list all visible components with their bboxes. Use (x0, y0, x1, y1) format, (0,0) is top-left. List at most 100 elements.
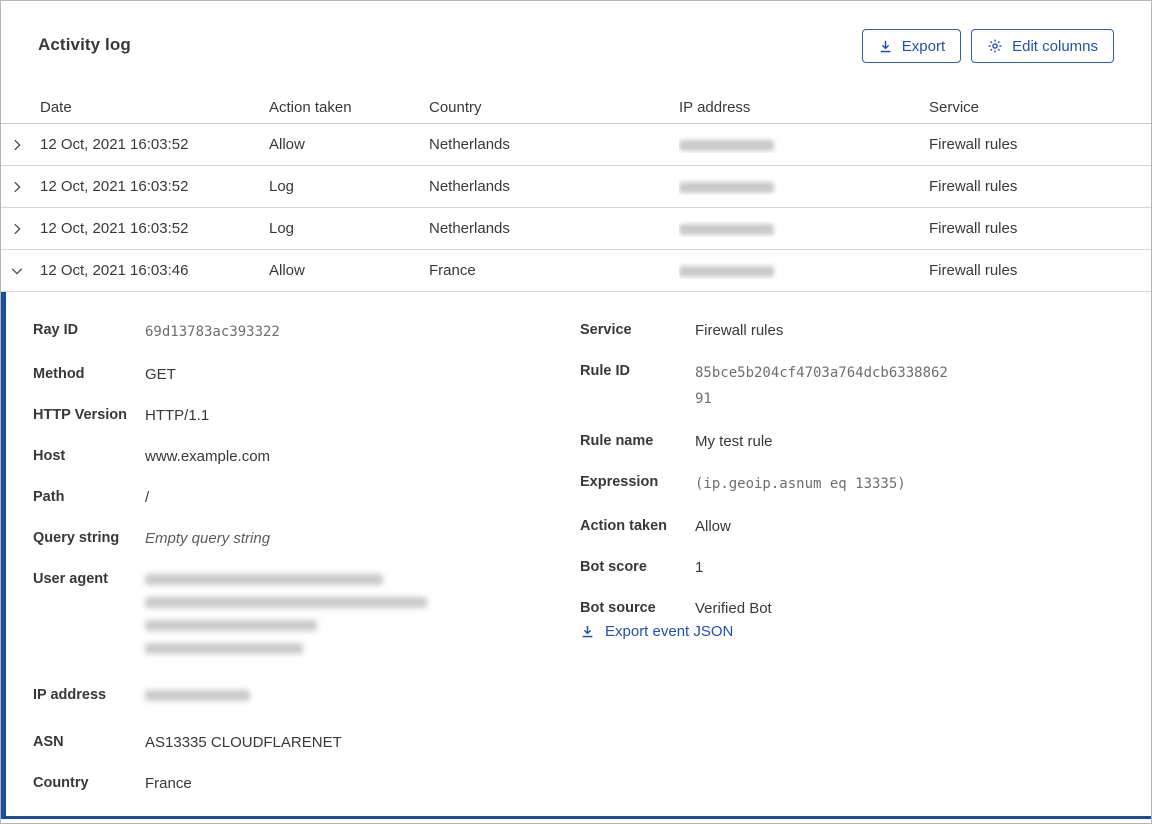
detail-label: User agent (33, 571, 108, 587)
gear-icon (987, 38, 1003, 54)
redacted-bar (145, 690, 250, 701)
country-cell: Netherlands (429, 178, 510, 195)
action-taken-cell: Log (269, 220, 295, 237)
topbar: Activity log Export Edit columns (1, 1, 1151, 91)
detail-value: Verified Bot (695, 600, 772, 617)
detail-value: Allow (695, 518, 731, 535)
detail-label: Host (33, 448, 66, 464)
detail-value: AS13335 CLOUDFLARENET (145, 734, 342, 751)
ip-address-cell (679, 136, 929, 153)
service-cell: Firewall rules (929, 220, 1018, 237)
table-row[interactable]: 12 Oct, 2021 16:03:52 Log Netherlands Fi… (1, 208, 1151, 250)
detail-value: My test rule (695, 433, 773, 450)
detail-value: HTTP/1.1 (145, 407, 210, 424)
detail-label: Action taken (580, 518, 668, 534)
ip-address-cell (679, 178, 929, 195)
detail-row: Expression (ip.geoip.asnum eq 13335) (580, 471, 1114, 497)
detail-row: HTTP Version HTTP/1.1 (33, 404, 580, 427)
service-cell: Firewall rules (929, 262, 1018, 279)
detail-row: Ray ID 69d13783ac393322 (33, 319, 580, 345)
column-header-service: Service (929, 98, 980, 116)
detail-row: Country France (33, 772, 580, 795)
detail-label: HTTP Version (33, 407, 128, 423)
detail-label: Rule name (580, 433, 654, 449)
detail-row: Host www.example.com (33, 445, 580, 468)
column-header-ip-address: IP address (679, 98, 751, 116)
detail-value: www.example.com (145, 448, 271, 465)
detail-row: Rule name My test rule (580, 430, 1114, 453)
detail-value: Firewall rules (695, 322, 784, 339)
detail-value: (ip.geoip.asnum eq 13335) (695, 476, 906, 492)
redacted-ip (679, 181, 774, 193)
detail-row: Action taken Allow (580, 515, 1114, 538)
chevron-down-icon[interactable] (1, 264, 40, 278)
action-taken-cell: Allow (269, 136, 305, 153)
action-taken-cell: Log (269, 178, 295, 195)
detail-label: Ray ID (33, 322, 79, 338)
redacted-bar (145, 643, 303, 654)
redacted-bar (145, 574, 383, 585)
detail-value: France (145, 775, 192, 792)
column-header-action-taken: Action taken (269, 98, 352, 116)
detail-row: Bot source Verified Bot (580, 597, 1114, 620)
redacted-ip (679, 265, 774, 277)
detail-row: User agent (33, 568, 580, 666)
event-detail-panel: Ray ID 69d13783ac393322 Method GET HTTP … (1, 292, 1151, 819)
detail-value: 69d13783ac393322 (145, 324, 280, 340)
detail-label: Bot score (580, 559, 647, 575)
ip-address-cell (679, 262, 929, 279)
redacted-bar (145, 597, 427, 608)
detail-label: Method (33, 366, 85, 382)
date-cell: 12 Oct, 2021 16:03:46 (40, 262, 189, 279)
country-cell: France (429, 262, 476, 279)
detail-value: 85bce5b204cf4703a764dcb633886291 (695, 365, 948, 407)
table-row[interactable]: 12 Oct, 2021 16:03:46 Allow France Firew… (1, 250, 1151, 292)
detail-value: GET (145, 366, 176, 383)
detail-label: Country (33, 775, 89, 791)
edit-columns-button[interactable]: Edit columns (971, 29, 1114, 63)
detail-value: / (145, 489, 150, 506)
redacted-ip (679, 223, 774, 235)
detail-value: 1 (695, 559, 704, 576)
detail-label: Expression (580, 474, 659, 490)
detail-label: IP address (33, 687, 107, 703)
chevron-right-icon[interactable] (1, 180, 40, 194)
action-taken-cell: Allow (269, 262, 305, 279)
ip-address-cell (679, 220, 929, 237)
date-cell: 12 Oct, 2021 16:03:52 (40, 178, 189, 195)
download-icon (878, 39, 893, 54)
table-header: Date Action taken Country IP address Service (1, 91, 1151, 124)
date-cell: 12 Oct, 2021 16:03:52 (40, 136, 189, 153)
service-cell: Firewall rules (929, 178, 1018, 195)
detail-row: Service Firewall rules (580, 319, 1114, 342)
date-cell: 12 Oct, 2021 16:03:52 (40, 220, 189, 237)
column-header-country: Country (429, 98, 482, 116)
country-cell: Netherlands (429, 220, 510, 237)
redacted-bar (145, 620, 317, 631)
table-row[interactable]: 12 Oct, 2021 16:03:52 Allow Netherlands … (1, 124, 1151, 166)
activity-table: 12 Oct, 2021 16:03:52 Allow Netherlands … (1, 124, 1151, 292)
export-event-json-row: Export event JSON (580, 620, 1114, 643)
export-event-json-link[interactable]: Export event JSON (580, 620, 733, 643)
chevron-right-icon[interactable] (1, 222, 40, 236)
detail-left-column: Ray ID 69d13783ac393322 Method GET HTTP … (33, 319, 580, 795)
detail-label: Query string (33, 530, 120, 546)
redacted-ip (679, 139, 774, 151)
column-header-date: Date (40, 98, 72, 116)
detail-row: IP address (33, 684, 580, 713)
detail-right-column: Service Firewall rules Rule ID 85bce5b20… (580, 319, 1114, 643)
detail-label: Rule ID (580, 363, 630, 379)
detail-label: ASN (33, 734, 64, 750)
toolbar: Export Edit columns (861, 29, 1114, 63)
export-button[interactable]: Export (861, 29, 962, 63)
detail-value: Empty query string (145, 530, 271, 547)
detail-row: Path / (33, 486, 580, 509)
service-cell: Firewall rules (929, 136, 1018, 153)
download-icon (580, 624, 595, 639)
detail-label: Bot source (580, 600, 656, 616)
table-row[interactable]: 12 Oct, 2021 16:03:52 Log Netherlands Fi… (1, 166, 1151, 208)
chevron-right-icon[interactable] (1, 138, 40, 152)
country-cell: Netherlands (429, 136, 510, 153)
detail-row: Method GET (33, 363, 580, 386)
detail-row: Rule ID 85bce5b204cf4703a764dcb633886291 (580, 360, 1114, 412)
